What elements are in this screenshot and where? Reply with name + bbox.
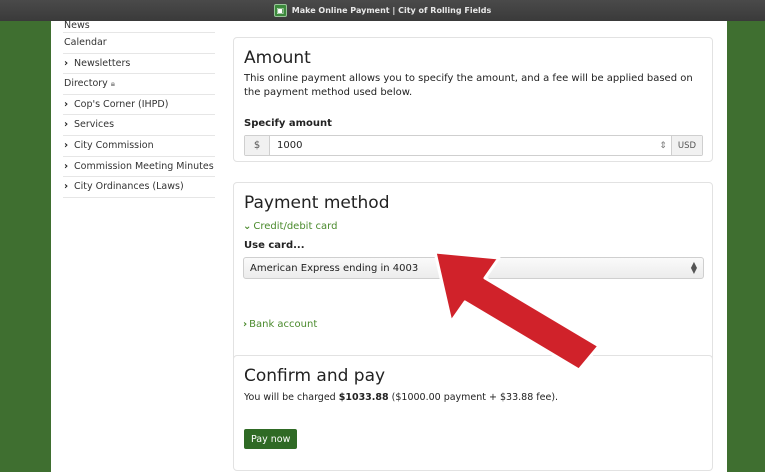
chevron-down-icon: ⌄ [243, 221, 252, 232]
chevron-right-icon: › [64, 98, 69, 110]
lock-icon: 🔒︎ [110, 79, 116, 89]
use-card-label: Use card... [244, 240, 305, 251]
confirm-panel: Confirm and pay You will be charged $103… [233, 355, 713, 471]
bank-account-toggle-label: Bank account [249, 319, 318, 330]
currency-code: USD [671, 136, 702, 155]
charge-breakdown: ($1000.00 payment + $33.88 fee). [388, 392, 559, 403]
currency-symbol: $ [245, 136, 270, 155]
sidebar-item-newsletters[interactable]: › Newsletters [63, 54, 215, 75]
sidebar-item-label: News [64, 21, 90, 31]
sidebar-item-news[interactable]: News [63, 21, 215, 33]
sidebar-item-services[interactable]: › Services [63, 115, 215, 136]
payment-method-heading: Payment method [244, 193, 390, 213]
charge-summary: You will be charged $1033.88 ($1000.00 p… [244, 392, 558, 403]
sidebar-item-label: Calendar [64, 37, 107, 48]
window-title: Make Online Payment | City of Rolling Fi… [291, 6, 492, 15]
sidebar-item-meeting-minutes[interactable]: › Commission Meeting Minutes [63, 157, 215, 178]
amount-stepper-icon[interactable]: ⇕ [655, 136, 671, 155]
amount-panel: Amount This online payment allows you to… [233, 37, 713, 162]
right-page-border [727, 21, 765, 472]
confirm-heading: Confirm and pay [244, 366, 386, 386]
window-title-bar: ▣ Make Online Payment | City of Rolling … [0, 0, 765, 21]
chevron-right-icon: › [243, 319, 248, 330]
credit-card-toggle-label: Credit/debit card [253, 221, 338, 232]
sidebar-item-label: Newsletters [74, 57, 131, 69]
sidebar-nav: News Calendar › Newsletters Directory 🔒︎ ›… [63, 21, 215, 198]
page-content: News Calendar › Newsletters Directory 🔒︎ ›… [51, 21, 727, 472]
sidebar-item-label: City Ordinances (Laws) [74, 181, 184, 193]
bank-account-toggle[interactable]: › Bank account [243, 319, 317, 330]
site-favicon-icon: ▣ [273, 4, 287, 17]
amount-heading: Amount [244, 48, 311, 68]
chevron-right-icon: › [64, 139, 69, 151]
sidebar-item-label: Services [74, 119, 115, 131]
sidebar-item-city-ordinances[interactable]: › City Ordinances (Laws) [63, 177, 215, 198]
sidebar-item-directory[interactable]: Directory 🔒︎ [63, 74, 215, 95]
charge-prefix: You will be charged [244, 392, 339, 403]
amount-input[interactable] [270, 136, 655, 155]
sidebar-item-cops-corner[interactable]: › Cop's Corner (IHPD) [63, 95, 215, 116]
sidebar-item-city-commission[interactable]: › City Commission [63, 136, 215, 157]
red-arrow-icon [433, 250, 601, 372]
charge-total: $1033.88 [338, 392, 389, 403]
pay-now-button[interactable]: Pay now [244, 429, 298, 449]
select-arrows-icon: ▲ ▼ [690, 260, 697, 275]
credit-card-toggle[interactable]: ⌄ Credit/debit card [243, 221, 337, 232]
sidebar-item-label: Cop's Corner (IHPD) [74, 98, 169, 110]
chevron-right-icon: › [64, 160, 69, 172]
chevron-right-icon: › [64, 119, 69, 131]
chevron-right-icon: › [64, 181, 69, 193]
chevron-right-icon: › [64, 57, 69, 69]
amount-description: This online payment allows you to specif… [244, 73, 693, 98]
sidebar-item-label: City Commission [74, 139, 154, 151]
amount-input-group: $ ⇕ USD [244, 135, 703, 156]
specify-amount-label: Specify amount [244, 118, 332, 129]
left-page-border [0, 21, 51, 472]
sidebar-item-calendar[interactable]: Calendar [63, 33, 215, 54]
selected-card: American Express ending in 4003 [250, 262, 419, 274]
sidebar-item-label: Commission Meeting Minutes [74, 160, 214, 172]
sidebar-item-label: Directory [64, 78, 108, 90]
